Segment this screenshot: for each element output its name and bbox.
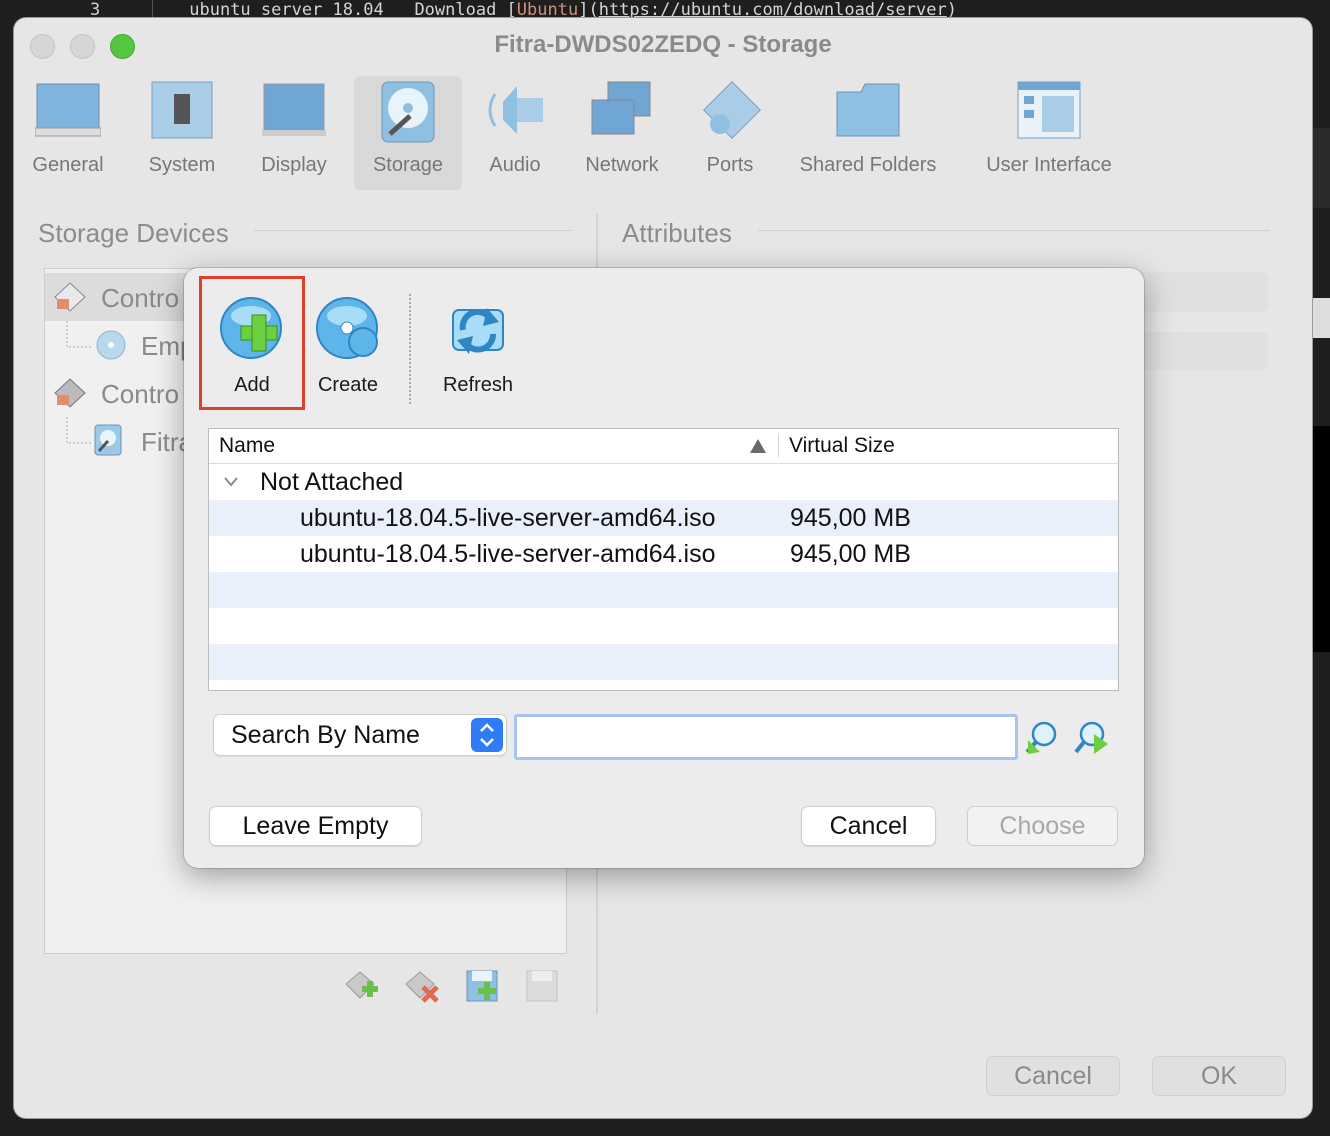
add-controller-icon[interactable] xyxy=(346,970,380,1004)
tree-branch-icon xyxy=(66,417,93,444)
terminal-line-number: 3 xyxy=(90,0,101,20)
cd-icon xyxy=(96,330,126,360)
remove-attachment-icon[interactable] xyxy=(526,970,560,1004)
search-backward-icon[interactable] xyxy=(1024,720,1060,756)
tab-general-label: General xyxy=(32,154,104,176)
attribute-select[interactable] xyxy=(1134,332,1268,370)
medium-name: ubuntu-18.04.5-live-server-amd64.iso xyxy=(300,504,716,532)
folder-icon xyxy=(836,83,900,137)
remove-controller-icon[interactable] xyxy=(406,970,440,1004)
storage-devices-title: Storage Devices xyxy=(38,218,229,248)
settings-toolbar: General System Display Storage Audio Net… xyxy=(14,76,1312,196)
table-row[interactable]: ubuntu-18.04.5-live-server-amd64.iso 945… xyxy=(209,500,1118,536)
create-label: Create xyxy=(317,374,379,396)
search-input[interactable] xyxy=(514,714,1018,760)
optical-disk-selector-dialog: Add Create Refresh Name Virtual Size Not… xyxy=(184,268,1144,868)
tab-shared-folders-label: Shared Folders xyxy=(799,154,937,176)
search-forward-icon[interactable] xyxy=(1074,720,1110,756)
toolbar-separator xyxy=(409,294,411,404)
general-icon xyxy=(35,83,101,137)
add-label: Add xyxy=(234,374,270,396)
medium-name: ubuntu-18.04.5-live-server-amd64.iso xyxy=(300,540,716,568)
empty-row xyxy=(209,644,1118,680)
choose-button[interactable]: Choose xyxy=(967,806,1118,846)
divider xyxy=(254,230,572,231)
tab-audio-label: Audio xyxy=(489,154,541,176)
speaker-icon xyxy=(488,86,543,134)
empty-row xyxy=(209,572,1118,608)
tab-user-interface-label: User Interface xyxy=(986,154,1112,176)
medium-table[interactable]: Name Virtual Size Not Attached ubuntu-18… xyxy=(208,428,1119,691)
group-row-not-attached[interactable]: Not Attached xyxy=(209,464,1118,500)
table-row[interactable]: ubuntu-18.04.5-live-server-amd64.iso 945… xyxy=(209,536,1118,572)
chevron-down-icon[interactable] xyxy=(223,476,239,488)
tab-user-interface[interactable]: User Interface xyxy=(974,76,1124,190)
storage-icon xyxy=(381,81,435,143)
tree-item-label: Contro xyxy=(101,379,180,409)
refresh-icon xyxy=(452,308,504,354)
tab-storage-label: Storage xyxy=(372,154,444,176)
window-title: Fitra-DWDS02ZEDQ - Storage xyxy=(494,31,832,58)
tab-display-label: Display xyxy=(261,154,327,176)
ports-icon xyxy=(703,81,761,139)
window-ok-button[interactable]: OK xyxy=(1152,1056,1286,1096)
terminal-text: ubuntu server 18.04 xyxy=(189,0,384,20)
create-disk-icon xyxy=(316,297,378,359)
tree-branch-icon xyxy=(66,321,93,348)
window-cancel-button[interactable]: Cancel xyxy=(986,1056,1120,1096)
tab-general[interactable]: General xyxy=(26,76,110,190)
refresh-label: Refresh xyxy=(442,374,514,396)
attributes-title: Attributes xyxy=(622,218,732,248)
controller-icon xyxy=(54,282,86,312)
tab-display[interactable]: Display xyxy=(254,76,334,190)
tab-shared-folders[interactable]: Shared Folders xyxy=(792,76,944,190)
user-interface-icon xyxy=(1017,81,1081,139)
attribute-name-field[interactable] xyxy=(1134,272,1268,312)
background-app-edge xyxy=(1310,18,1330,1118)
medium-size: 945,00 MB xyxy=(790,504,911,532)
add-attachment-icon[interactable] xyxy=(466,970,500,1004)
tab-ports[interactable]: Ports xyxy=(698,76,762,190)
cancel-button[interactable]: Cancel xyxy=(801,806,936,846)
tab-network-label: Network xyxy=(585,154,659,176)
search-mode-value: Search By Name xyxy=(231,721,420,749)
controller-icon xyxy=(54,378,86,408)
terminal-link: https://ubuntu.com/download/server xyxy=(598,0,947,20)
column-header-name[interactable]: Name xyxy=(219,429,275,463)
terminal-paren: ]( xyxy=(578,0,599,20)
tab-storage[interactable]: Storage xyxy=(354,76,462,190)
select-arrows-icon xyxy=(471,718,503,752)
sort-ascending-icon[interactable] xyxy=(749,437,767,455)
terminal-close-paren: ) xyxy=(946,0,957,20)
group-label: Not Attached xyxy=(260,468,404,496)
tab-network[interactable]: Network xyxy=(576,76,668,190)
background-terminal: 3 ubuntu server 18.04 Download [Ubuntu](h… xyxy=(0,0,1330,20)
tab-system-label: System xyxy=(148,154,216,176)
divider xyxy=(758,230,1270,231)
monitor-icon xyxy=(262,83,326,136)
tab-system[interactable]: System xyxy=(141,76,223,190)
terminal-text-b: Download [ xyxy=(414,0,517,20)
column-header-virtual-size[interactable]: Virtual Size xyxy=(789,429,895,463)
tab-audio[interactable]: Audio xyxy=(480,76,550,190)
empty-row xyxy=(209,608,1118,644)
leave-empty-button[interactable]: Leave Empty xyxy=(209,806,422,846)
chip-icon xyxy=(151,81,213,139)
add-disk-icon xyxy=(220,297,282,359)
hard-disk-icon xyxy=(94,424,122,456)
search-mode-select[interactable]: Search By Name xyxy=(213,714,507,756)
network-icon xyxy=(591,81,651,135)
medium-size: 945,00 MB xyxy=(790,540,911,568)
terminal-bracket-text: Ubuntu xyxy=(516,0,579,20)
tree-item-label: Contro xyxy=(101,283,180,313)
tab-ports-label: Ports xyxy=(706,154,754,176)
